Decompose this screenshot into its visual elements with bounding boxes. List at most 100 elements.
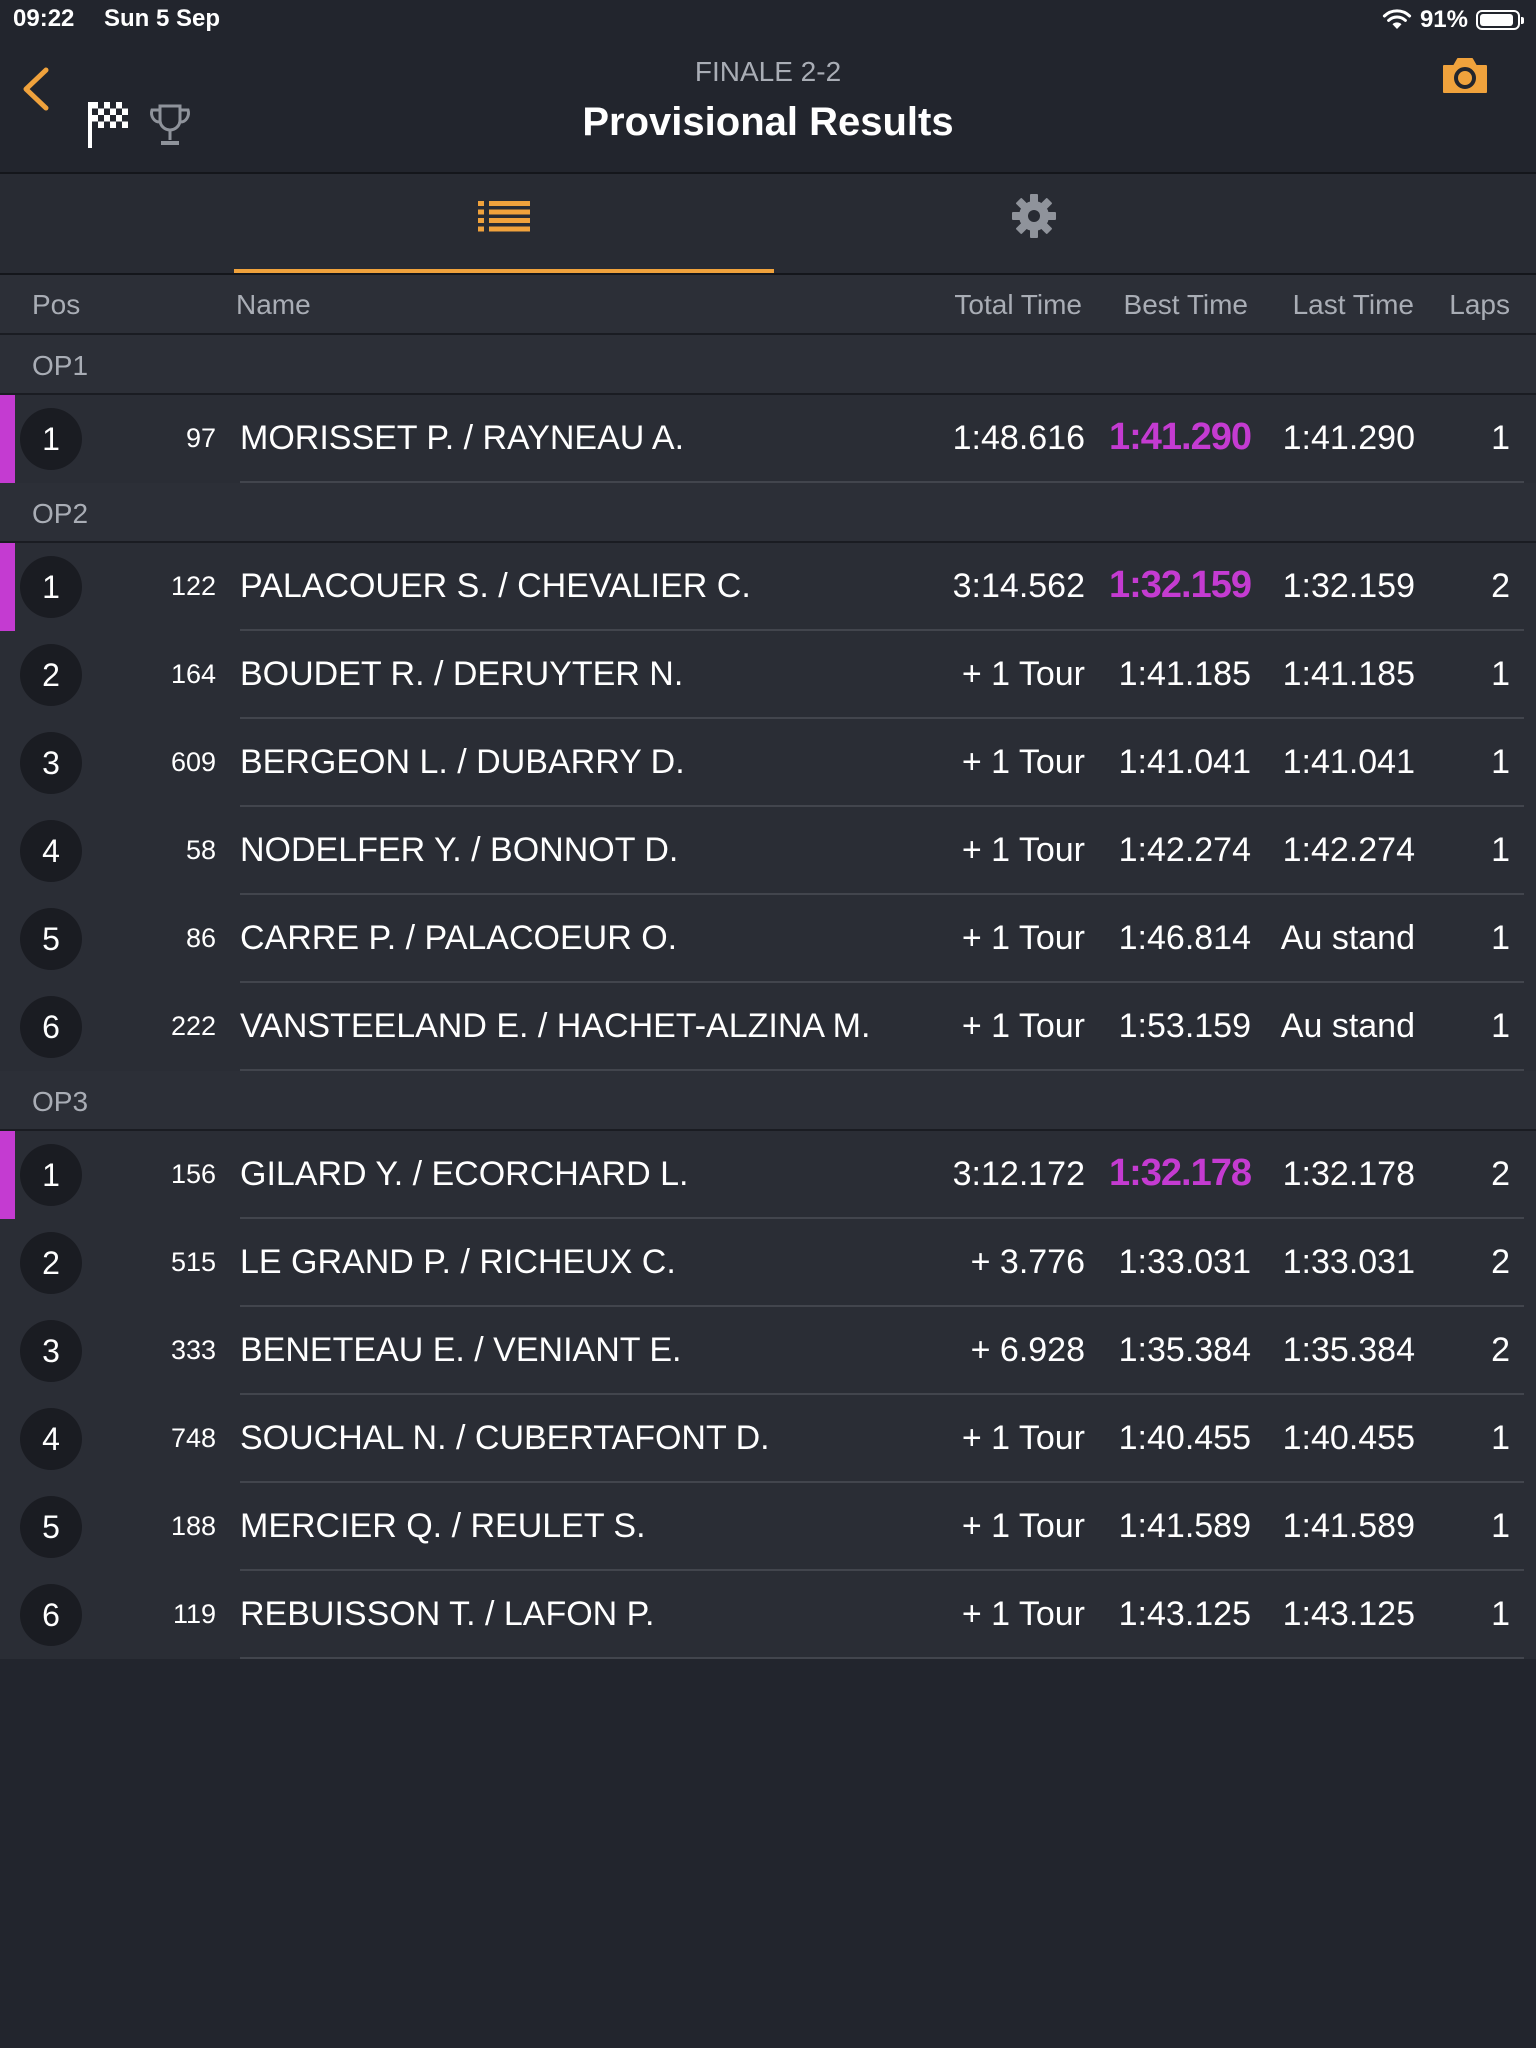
position-badge: 1: [20, 556, 82, 618]
column-total-time: Total Time: [954, 289, 1082, 320]
result-row[interactable]: 4 748 SOUCHAL N. / CUBERTAFONT D. + 1 Tour 1…: [0, 1395, 1536, 1483]
kart-number: 156: [170, 1159, 216, 1189]
class-group-header: OP2: [0, 483, 1536, 543]
result-row[interactable]: 1 156 GILARD Y. / ECORCHARD L. 3:12.172 1:32…: [0, 1131, 1536, 1219]
last-time: 1:41.290: [1282, 419, 1415, 457]
result-row[interactable]: 5 188 MERCIER Q. / REULET S. + 1 Tour 1:41.5…: [0, 1483, 1536, 1571]
column-header: Pos Name Total Time Best Time Last Time …: [0, 275, 1536, 335]
best-time: 1:41.185: [1118, 655, 1251, 693]
best-time: 1:41.589: [1118, 1507, 1251, 1545]
last-time: 1:42.274: [1282, 831, 1415, 869]
total-time: + 1 Tour: [961, 1419, 1085, 1457]
driver-name: MORISSET P. / RAYNEAU A.: [240, 419, 685, 457]
result-row[interactable]: 6 119 REBUISSON T. / LAFON P. + 1 Tour 1:43.…: [0, 1571, 1536, 1659]
kart-number: 164: [170, 659, 216, 689]
position-badge: 3: [20, 732, 82, 794]
position-badge: 5: [20, 1496, 82, 1558]
result-row[interactable]: 1 122 PALACOUER S. / CHEVALIER C. 3:14.562 1…: [0, 543, 1536, 631]
position-badge: 2: [20, 644, 82, 706]
class-leader-marker: [0, 395, 15, 483]
best-time-fastest: 1:32.178: [1108, 1152, 1252, 1194]
kart-number: 609: [170, 747, 216, 777]
kart-number: 119: [172, 1599, 216, 1629]
tab-bar: [0, 174, 1536, 275]
last-time: 1:41.041: [1282, 743, 1415, 781]
driver-name: GILARD Y. / ECORCHARD L.: [240, 1155, 689, 1193]
driver-name: SOUCHAL N. / CUBERTAFONT D.: [240, 1419, 770, 1457]
driver-name: PALACOUER S. / CHEVALIER C.: [240, 567, 751, 605]
class-leader-marker: [0, 543, 15, 631]
result-row[interactable]: 4 58 NODELFER Y. / BONNOT D. + 1 Tour 1:42.2…: [0, 807, 1536, 895]
last-time: 1:40.455: [1282, 1419, 1415, 1457]
total-time: + 1 Tour: [961, 655, 1085, 693]
position-badge: 2: [20, 1232, 82, 1294]
driver-name: BERGEON L. / DUBARRY D.: [240, 743, 685, 781]
position-badge: 4: [20, 1408, 82, 1470]
best-time-fastest: 1:32.159: [1108, 564, 1252, 606]
driver-name: BENETEAU E. / VENIANT E.: [240, 1331, 682, 1369]
class-leader-marker: [0, 1131, 15, 1219]
position-badge: 3: [20, 1320, 82, 1382]
laps-count: 1: [1491, 1007, 1510, 1045]
laps-count: 1: [1491, 1507, 1510, 1545]
last-time: 1:41.589: [1282, 1507, 1415, 1545]
result-row[interactable]: 3 333 BENETEAU E. / VENIANT E. + 6.928 1:35.…: [0, 1307, 1536, 1395]
result-row[interactable]: 3 609 BERGEON L. / DUBARRY D. + 1 Tour 1:41.…: [0, 719, 1536, 807]
total-time: + 3.776: [970, 1243, 1085, 1281]
laps-count: 2: [1491, 1331, 1510, 1369]
best-time: 1:42.274: [1118, 831, 1251, 869]
kart-number: 122: [170, 571, 216, 601]
total-time: + 6.928: [970, 1331, 1085, 1369]
column-laps: Laps: [1449, 289, 1510, 320]
total-time: 1:48.616: [952, 419, 1085, 457]
best-time: 1:41.041: [1118, 743, 1251, 781]
laps-count: 2: [1491, 567, 1510, 605]
tab-settings[interactable]: [774, 174, 1294, 273]
last-time: Au stand: [1280, 1007, 1415, 1045]
kart-number: 748: [170, 1423, 216, 1453]
result-row[interactable]: 1 97 MORISSET P. / RAYNEAU A. 1:48.616 1:41.…: [0, 395, 1536, 483]
active-tab-indicator: [234, 269, 774, 273]
position-badge: 1: [20, 1144, 82, 1206]
result-row[interactable]: 2 164 BOUDET R. / DERUYTER N. + 1 Tour 1:41.…: [0, 631, 1536, 719]
laps-count: 1: [1491, 419, 1510, 457]
gear-icon: [1012, 194, 1056, 238]
status-time: 09:22: [13, 5, 75, 32]
class-group-header: OP1: [0, 335, 1536, 395]
laps-count: 1: [1491, 743, 1510, 781]
result-row[interactable]: 6 222 VANSTEELAND E. / HACHET-ALZINA M. + 1…: [0, 983, 1536, 1071]
driver-name: VANSTEELAND E. / HACHET-ALZINA M.: [240, 1007, 871, 1045]
kart-number: 97: [185, 423, 216, 453]
driver-name: NODELFER Y. / BONNOT D.: [240, 831, 679, 869]
result-row[interactable]: 2 515 LE GRAND P. / RICHEUX C. + 3.776 1:33.…: [0, 1219, 1536, 1307]
driver-name: CARRE P. / PALACOEUR O.: [240, 919, 678, 957]
tab-results-list[interactable]: [234, 174, 774, 273]
camera-button[interactable]: [1440, 54, 1490, 98]
best-time: 1:40.455: [1118, 1419, 1251, 1457]
nav-header: FINALE 2-2 Provisional Results: [0, 40, 1536, 174]
driver-name: REBUISSON T. / LAFON P.: [240, 1595, 655, 1633]
class-group-label: OP3: [32, 1086, 89, 1117]
position-badge: 5: [20, 908, 82, 970]
page-title: Provisional Results: [582, 100, 954, 144]
last-time: Au stand: [1280, 919, 1415, 957]
status-indicators: 91%: [1382, 6, 1524, 34]
best-time: 1:53.159: [1118, 1007, 1251, 1045]
total-time: + 1 Tour: [961, 1007, 1085, 1045]
result-row[interactable]: 5 86 CARRE P. / PALACOEUR O. + 1 Tour 1:46.8…: [0, 895, 1536, 983]
best-time: 1:46.814: [1118, 919, 1251, 957]
kart-number: 515: [170, 1247, 216, 1277]
best-time: 1:43.125: [1118, 1595, 1251, 1633]
results-list: OP1 1 97 MORISSET P. / RAYNEAU A. 1:48.616 1:…: [0, 335, 1536, 1659]
kart-number: 188: [170, 1511, 216, 1541]
position-badge: 4: [20, 820, 82, 882]
total-time: 3:12.172: [952, 1155, 1085, 1193]
battery-percentage: 91%: [1419, 6, 1468, 33]
last-time: 1:33.031: [1282, 1243, 1415, 1281]
column-name: Name: [236, 289, 311, 320]
total-time: + 1 Tour: [961, 1507, 1085, 1545]
laps-count: 1: [1491, 1595, 1510, 1633]
total-time: + 1 Tour: [961, 1595, 1085, 1633]
driver-name: BOUDET R. / DERUYTER N.: [240, 655, 684, 693]
total-time: + 1 Tour: [961, 743, 1085, 781]
